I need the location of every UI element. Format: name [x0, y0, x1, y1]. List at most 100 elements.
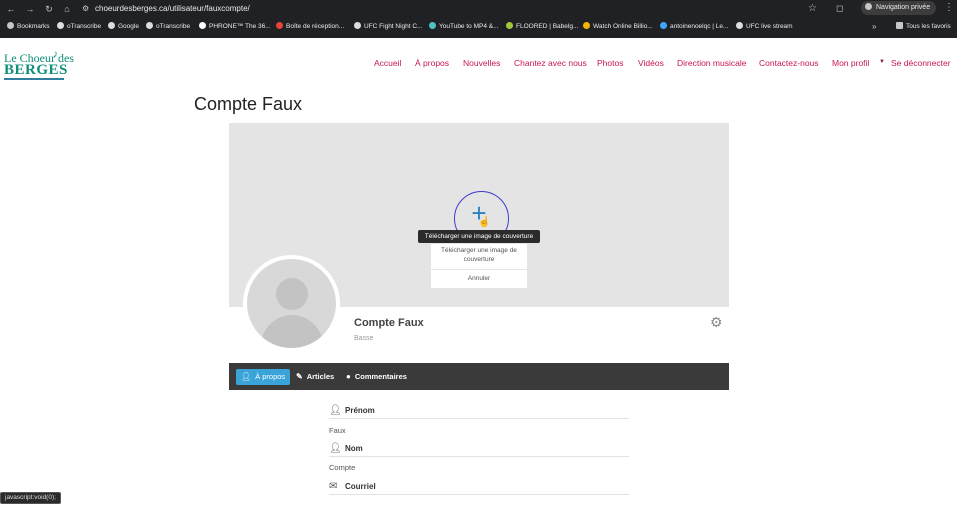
tab-articles[interactable]: ✎ Articles [296, 369, 334, 385]
field-value-prenom: Faux [329, 426, 346, 435]
bookmark-item[interactable]: FLOORED | Babelg... [506, 22, 578, 32]
user-icon: 👤︎ [329, 443, 342, 454]
chevron-down-icon[interactable]: ▼ [879, 59, 885, 65]
bookmark-item[interactable]: antoinenoelqc | Le... [660, 22, 728, 32]
profile-role: Basse [354, 335, 374, 342]
field-header-courriel: ✉ Courriel [329, 481, 629, 495]
avatar[interactable] [243, 255, 340, 352]
hand-cursor-icon: ☝ [478, 217, 491, 228]
favicon-icon [429, 22, 436, 29]
bookmark-item[interactable]: oTranscribe [146, 22, 190, 32]
extensions-icon[interactable]: ◻ [836, 3, 843, 14]
bookmark-label: Google [118, 23, 139, 30]
nav-item-2[interactable]: Nouvelles [463, 58, 500, 68]
favicon-icon [583, 22, 590, 29]
cover-upload-menu: Télécharger une image de couverture Annu… [430, 243, 528, 289]
user-icon: 👤︎ [329, 405, 342, 416]
bookmark-label: FLOORED | Babelg... [516, 23, 579, 30]
nav-item-1[interactable]: À propos [415, 58, 449, 68]
bookmark-label: UFC Fight Night C... [364, 23, 423, 30]
bookmark-star-icon[interactable]: ☆ [808, 3, 817, 14]
menu-item-cancel[interactable]: Annuler [431, 274, 527, 283]
favicon-icon [276, 22, 283, 29]
favicon-icon [660, 22, 667, 29]
star-icon [7, 22, 14, 29]
home-icon[interactable]: ⌂ [61, 3, 73, 15]
site-info-icon[interactable]: ⚙ [82, 4, 89, 13]
nav-item-8[interactable]: Mon profil [832, 58, 869, 68]
folder-icon [896, 22, 903, 29]
favicon-icon [146, 22, 153, 29]
bookmark-label: YouTube to MP4 &... [439, 23, 499, 30]
bookmark-item[interactable]: Bookmarks [7, 22, 50, 32]
bookmark-item[interactable]: UFC Fight Night C... [354, 22, 423, 32]
status-bar-url: javascript:void(0); [0, 492, 61, 504]
field-label: Nom [345, 444, 363, 453]
gear-icon[interactable]: ⚙ [710, 315, 723, 329]
bookmark-label: UFC live stream [746, 23, 793, 30]
address-bar-row: ← → ↻ ⌂ ⚙ choeurdesberges.ca/utilisateur… [0, 0, 957, 18]
reload-icon[interactable]: ↻ [43, 3, 55, 15]
nav-item-0[interactable]: Accueil [374, 58, 401, 68]
bookmark-item[interactable]: Watch Online Billio... [583, 22, 653, 32]
nav-item-4[interactable]: Photos [597, 58, 623, 68]
favicon-icon [57, 22, 64, 29]
music-note-icon: ♪ [53, 49, 58, 60]
envelope-icon: ✉ [329, 481, 338, 492]
field-label: Courriel [345, 482, 376, 491]
nav-item-9[interactable]: Se déconnecter [891, 58, 951, 68]
bookmark-label: Boîte de réception... [286, 23, 345, 30]
incognito-icon [865, 3, 872, 10]
all-bookmarks-button[interactable]: Tous les favoris [896, 22, 951, 32]
menu-divider [431, 269, 527, 270]
private-browsing-badge[interactable]: Navigation privée [861, 1, 937, 15]
bookmark-label: Watch Online Billio... [593, 23, 653, 30]
favicon-icon [736, 22, 743, 29]
private-browsing-label: Navigation privée [876, 4, 931, 11]
upload-cover-tooltip: Télécharger une image de couverture [418, 230, 540, 243]
bookmark-label: PHRONE™ The 36... [209, 23, 271, 30]
menu-item-upload-cover[interactable]: Télécharger une image de couverture [431, 246, 527, 264]
nav-item-7[interactable]: Contactez-nous [759, 58, 819, 68]
bookmark-label: oTranscribe [156, 23, 191, 30]
logo-text-bottom: BERGES [4, 62, 68, 78]
page-title: Compte Faux [194, 94, 303, 114]
tab-commentaires[interactable]: ● Commentaires [346, 369, 407, 385]
bookmarks-bar: » Tous les favoris Bookmarks oTranscribe G… [0, 19, 957, 36]
all-bookmarks-label: Tous les favoris [906, 23, 951, 30]
bookmark-label: Bookmarks [17, 23, 50, 30]
address-bar-url[interactable]: choeurdesberges.ca/utilisateur/fauxcompt… [95, 3, 250, 14]
field-label: Prénom [345, 406, 375, 415]
bookmark-item[interactable]: Boîte de réception... [276, 22, 344, 32]
field-header-prenom: 👤︎ Prénom [329, 405, 629, 419]
tab-label: Articles [306, 372, 335, 381]
user-icon: 👤︎ [241, 372, 252, 381]
browser-menu-icon[interactable]: ⋮ [944, 2, 954, 13]
bookmark-item[interactable]: UFC live stream [736, 22, 793, 32]
favicon-icon [354, 22, 361, 29]
comment-icon: ● [346, 372, 351, 381]
nav-item-3[interactable]: Chantez avec nous [514, 58, 587, 68]
back-icon[interactable]: ← [5, 3, 17, 15]
forward-icon[interactable]: → [24, 3, 36, 15]
tab-a-propos[interactable]: 👤︎ À propos [236, 369, 291, 385]
favicon-icon [108, 22, 115, 29]
site-logo[interactable]: Le Choeur des ♪ BERGES [4, 49, 74, 81]
bookmark-item[interactable]: Google [108, 22, 139, 32]
favicon-icon [199, 22, 206, 29]
tab-label: Commentaires [354, 372, 407, 381]
bookmark-item[interactable]: YouTube to MP4 &... [429, 22, 499, 32]
bookmark-label: antoinenoelqc | Le... [670, 23, 729, 30]
pencil-icon: ✎ [296, 372, 303, 381]
bookmark-item[interactable]: PHRONE™ The 36... [199, 22, 271, 32]
field-header-nom: 👤︎ Nom [329, 443, 629, 457]
nav-item-6[interactable]: Direction musicale [677, 58, 746, 68]
field-value-nom: Compte [329, 463, 356, 472]
nav-item-5[interactable]: Vidéos [638, 58, 664, 68]
more-bookmarks-icon[interactable]: » [872, 22, 876, 31]
tab-label: À propos [255, 372, 286, 381]
bookmark-item[interactable]: oTranscribe [57, 22, 101, 32]
logo-wave-line [4, 78, 64, 80]
browser-chrome: ← → ↻ ⌂ ⚙ choeurdesberges.ca/utilisateur… [0, 0, 957, 38]
avatar-head-shape [276, 278, 308, 310]
